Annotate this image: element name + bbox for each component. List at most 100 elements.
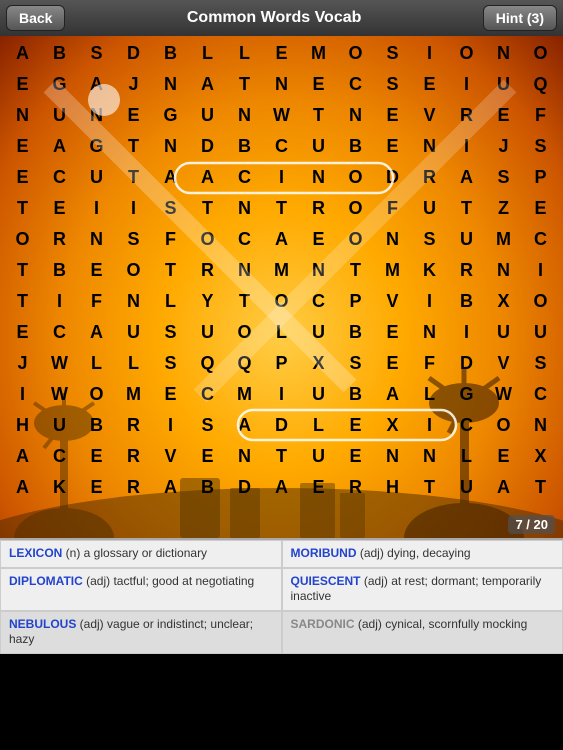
grid-cell[interactable]: R	[452, 101, 482, 131]
grid-cell[interactable]: I	[45, 287, 75, 317]
grid-cell[interactable]: I	[156, 411, 186, 441]
grid-cell[interactable]: A	[82, 70, 112, 100]
hint-button[interactable]: Hint (3)	[483, 5, 557, 31]
grid-cell[interactable]: I	[119, 194, 149, 224]
grid-cell[interactable]: E	[526, 194, 556, 224]
grid-cell[interactable]: L	[193, 39, 223, 69]
grid-cell[interactable]: H	[378, 473, 408, 503]
grid-cell[interactable]: J	[489, 132, 519, 162]
grid-cell[interactable]: B	[230, 132, 260, 162]
grid-cell[interactable]: O	[341, 39, 371, 69]
grid-cell[interactable]: C	[526, 380, 556, 410]
grid-cell[interactable]: U	[45, 101, 75, 131]
grid-cell[interactable]: N	[415, 442, 445, 472]
grid-cell[interactable]: C	[526, 225, 556, 255]
grid-cell[interactable]: S	[526, 349, 556, 379]
grid-cell[interactable]: S	[156, 349, 186, 379]
grid-cell[interactable]: E	[378, 132, 408, 162]
grid-cell[interactable]: T	[119, 163, 149, 193]
grid-cell[interactable]: C	[45, 442, 75, 472]
grid-cell[interactable]: E	[156, 380, 186, 410]
grid-cell[interactable]: W	[489, 380, 519, 410]
grid-cell[interactable]: U	[452, 225, 482, 255]
grid-cell[interactable]: E	[82, 473, 112, 503]
grid-cell[interactable]: N	[304, 163, 334, 193]
grid-cell[interactable]: Q	[193, 349, 223, 379]
grid-cell[interactable]: T	[119, 132, 149, 162]
grid-cell[interactable]: E	[8, 318, 38, 348]
grid-cell[interactable]: I	[415, 411, 445, 441]
grid-cell[interactable]: Q	[230, 349, 260, 379]
grid-cell[interactable]: C	[45, 163, 75, 193]
grid-cell[interactable]: N	[156, 132, 186, 162]
grid-cell[interactable]: U	[415, 194, 445, 224]
grid-cell[interactable]: E	[45, 194, 75, 224]
grid-cell[interactable]: O	[341, 194, 371, 224]
grid-cell[interactable]: V	[415, 101, 445, 131]
grid-cell[interactable]: I	[452, 132, 482, 162]
grid-cell[interactable]: A	[193, 70, 223, 100]
grid-cell[interactable]: F	[82, 287, 112, 317]
grid-cell[interactable]: T	[415, 473, 445, 503]
grid-cell[interactable]: N	[304, 256, 334, 286]
grid-cell[interactable]: U	[82, 163, 112, 193]
grid-cell[interactable]: P	[267, 349, 297, 379]
grid-cell[interactable]: S	[378, 70, 408, 100]
grid-cell[interactable]: I	[267, 163, 297, 193]
grid-cell[interactable]: E	[378, 349, 408, 379]
grid-cell[interactable]: C	[230, 225, 260, 255]
grid-cell[interactable]: S	[341, 349, 371, 379]
grid-cell[interactable]: U	[304, 442, 334, 472]
grid-cell[interactable]: L	[119, 349, 149, 379]
grid-cell[interactable]: I	[415, 39, 445, 69]
back-button[interactable]: Back	[6, 5, 65, 31]
grid-cell[interactable]: Q	[526, 70, 556, 100]
grid-cell[interactable]: A	[267, 225, 297, 255]
grid-cell[interactable]: E	[8, 163, 38, 193]
grid-cell[interactable]: W	[267, 101, 297, 131]
grid-cell[interactable]: S	[489, 163, 519, 193]
grid-cell[interactable]: O	[489, 411, 519, 441]
grid-cell[interactable]: N	[156, 70, 186, 100]
grid-cell[interactable]: L	[82, 349, 112, 379]
grid-cell[interactable]: B	[45, 256, 75, 286]
grid-cell[interactable]: B	[341, 132, 371, 162]
grid-cell[interactable]: E	[304, 473, 334, 503]
grid-cell[interactable]: D	[452, 349, 482, 379]
grid-cell[interactable]: S	[119, 225, 149, 255]
grid-cell[interactable]: K	[45, 473, 75, 503]
grid-cell[interactable]: C	[230, 163, 260, 193]
grid-cell[interactable]: T	[526, 473, 556, 503]
grid-cell[interactable]: Y	[193, 287, 223, 317]
grid-cell[interactable]: N	[8, 101, 38, 131]
grid-cell[interactable]: L	[156, 287, 186, 317]
grid-cell[interactable]: I	[526, 256, 556, 286]
grid-cell[interactable]: C	[193, 380, 223, 410]
grid-cell[interactable]: G	[82, 132, 112, 162]
grid-cell[interactable]: G	[452, 380, 482, 410]
grid-cell[interactable]: A	[267, 473, 297, 503]
grid-cell[interactable]: W	[45, 349, 75, 379]
grid-cell[interactable]: R	[304, 194, 334, 224]
grid-cell[interactable]: O	[119, 256, 149, 286]
grid-cell[interactable]: C	[341, 70, 371, 100]
grid-cell[interactable]: E	[378, 318, 408, 348]
grid-cell[interactable]: X	[304, 349, 334, 379]
grid-cell[interactable]: O	[526, 287, 556, 317]
grid-cell[interactable]: E	[378, 101, 408, 131]
grid-cell[interactable]: S	[193, 411, 223, 441]
grid-cell[interactable]: R	[119, 473, 149, 503]
grid-cell[interactable]: H	[8, 411, 38, 441]
grid-cell[interactable]: U	[193, 101, 223, 131]
grid-cell[interactable]: T	[267, 442, 297, 472]
grid-cell[interactable]: S	[156, 318, 186, 348]
grid-cell[interactable]: A	[378, 380, 408, 410]
grid-cell[interactable]: E	[8, 70, 38, 100]
grid-cell[interactable]: S	[156, 194, 186, 224]
grid-cell[interactable]: J	[8, 349, 38, 379]
grid-cell[interactable]: T	[230, 70, 260, 100]
grid-cell[interactable]: N	[267, 70, 297, 100]
grid-cell[interactable]: I	[267, 380, 297, 410]
grid-cell[interactable]: W	[45, 380, 75, 410]
grid-cell[interactable]: A	[193, 163, 223, 193]
